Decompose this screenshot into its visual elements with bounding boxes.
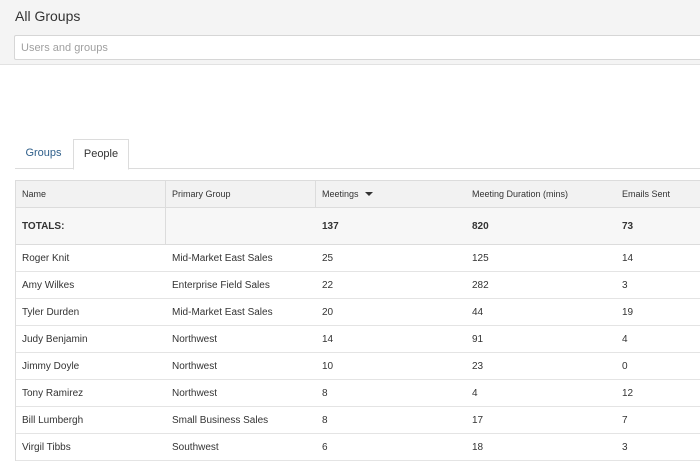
cell-name: Bill Lumbergh	[22, 414, 84, 426]
cell-duration: 17	[472, 414, 484, 426]
cell-emails: 4	[622, 333, 628, 345]
sort-descending-icon	[364, 192, 373, 196]
cell-meetings: 20	[322, 306, 334, 318]
column-header-meetings-label: Meetings	[322, 189, 359, 199]
cell-meetings: 8	[322, 414, 328, 426]
table-row[interactable]: Bill Lumbergh Small Business Sales 8 17 …	[16, 407, 700, 434]
cell-emails: 12	[622, 387, 634, 399]
totals-meetings: 137	[322, 220, 339, 232]
totals-row: TOTALS: 137 820 73	[16, 208, 700, 245]
table-row[interactable]: Judy Benjamin Northwest 14 91 4	[16, 326, 700, 353]
cell-name: Judy Benjamin	[22, 333, 88, 345]
search-input[interactable]	[14, 35, 700, 60]
table-row[interactable]: Amy Wilkes Enterprise Field Sales 22 282…	[16, 272, 700, 299]
people-table: Name Primary Group Meetings Meeting Dura…	[15, 180, 700, 461]
cell-emails: 7	[622, 414, 628, 426]
cell-duration: 18	[472, 441, 484, 453]
column-header-primary-group[interactable]: Primary Group	[166, 181, 316, 207]
cell-primary-group: Mid-Market East Sales	[172, 252, 273, 264]
cell-primary-group: Small Business Sales	[172, 414, 269, 426]
page-header: All Groups	[0, 0, 700, 65]
cell-meetings: 22	[322, 279, 334, 291]
totals-duration: 820	[472, 220, 489, 232]
column-header-emails-sent[interactable]: Emails Sent	[616, 181, 700, 207]
cell-name: Virgil Tibbs	[22, 441, 71, 453]
tab-people[interactable]: People	[73, 139, 129, 170]
cell-primary-group: Northwest	[172, 387, 218, 399]
table-row[interactable]: Tyler Durden Mid-Market East Sales 20 44…	[16, 299, 700, 326]
cell-primary-group: Southwest	[172, 441, 219, 453]
cell-name: Jimmy Doyle	[22, 360, 80, 372]
tab-bar: Groups People	[15, 139, 700, 170]
cell-emails: 14	[622, 252, 634, 264]
cell-duration: 125	[472, 252, 489, 264]
cell-emails: 3	[622, 279, 628, 291]
column-header-meetings[interactable]: Meetings	[316, 181, 466, 207]
cell-meetings: 6	[322, 441, 328, 453]
totals-label: TOTALS:	[16, 208, 166, 244]
totals-primary-group	[166, 208, 316, 244]
cell-emails: 19	[622, 306, 634, 318]
cell-primary-group: Northwest	[172, 333, 218, 345]
cell-name: Tony Ramirez	[22, 387, 84, 399]
cell-name: Roger Knit	[22, 252, 70, 264]
table-row[interactable]: Virgil Tibbs Southwest 6 18 3	[16, 434, 700, 461]
cell-meetings: 8	[322, 387, 328, 399]
cell-emails: 3	[622, 441, 628, 453]
cell-name: Tyler Durden	[22, 306, 80, 318]
cell-emails: 0	[622, 360, 628, 372]
column-header-meeting-duration[interactable]: Meeting Duration (mins)	[466, 181, 616, 207]
cell-duration: 91	[472, 333, 484, 345]
cell-meetings: 10	[322, 360, 334, 372]
cell-meetings: 25	[322, 252, 334, 264]
tab-groups[interactable]: Groups	[15, 139, 72, 169]
cell-meetings: 14	[322, 333, 334, 345]
cell-duration: 4	[472, 387, 478, 399]
cell-name: Amy Wilkes	[22, 279, 75, 291]
cell-duration: 44	[472, 306, 484, 318]
cell-primary-group: Northwest	[172, 360, 218, 372]
totals-emails: 73	[622, 220, 634, 232]
table-row[interactable]: Roger Knit Mid-Market East Sales 25 125 …	[16, 245, 700, 272]
cell-primary-group: Enterprise Field Sales	[172, 279, 270, 291]
table-header-row: Name Primary Group Meetings Meeting Dura…	[16, 181, 700, 208]
cell-primary-group: Mid-Market East Sales	[172, 306, 273, 318]
table-row[interactable]: Tony Ramirez Northwest 8 4 12	[16, 380, 700, 407]
cell-duration: 23	[472, 360, 484, 372]
page-title: All Groups	[15, 8, 81, 24]
cell-duration: 282	[472, 279, 489, 291]
table-row[interactable]: Jimmy Doyle Northwest 10 23 0	[16, 353, 700, 380]
column-header-name[interactable]: Name	[16, 181, 166, 207]
